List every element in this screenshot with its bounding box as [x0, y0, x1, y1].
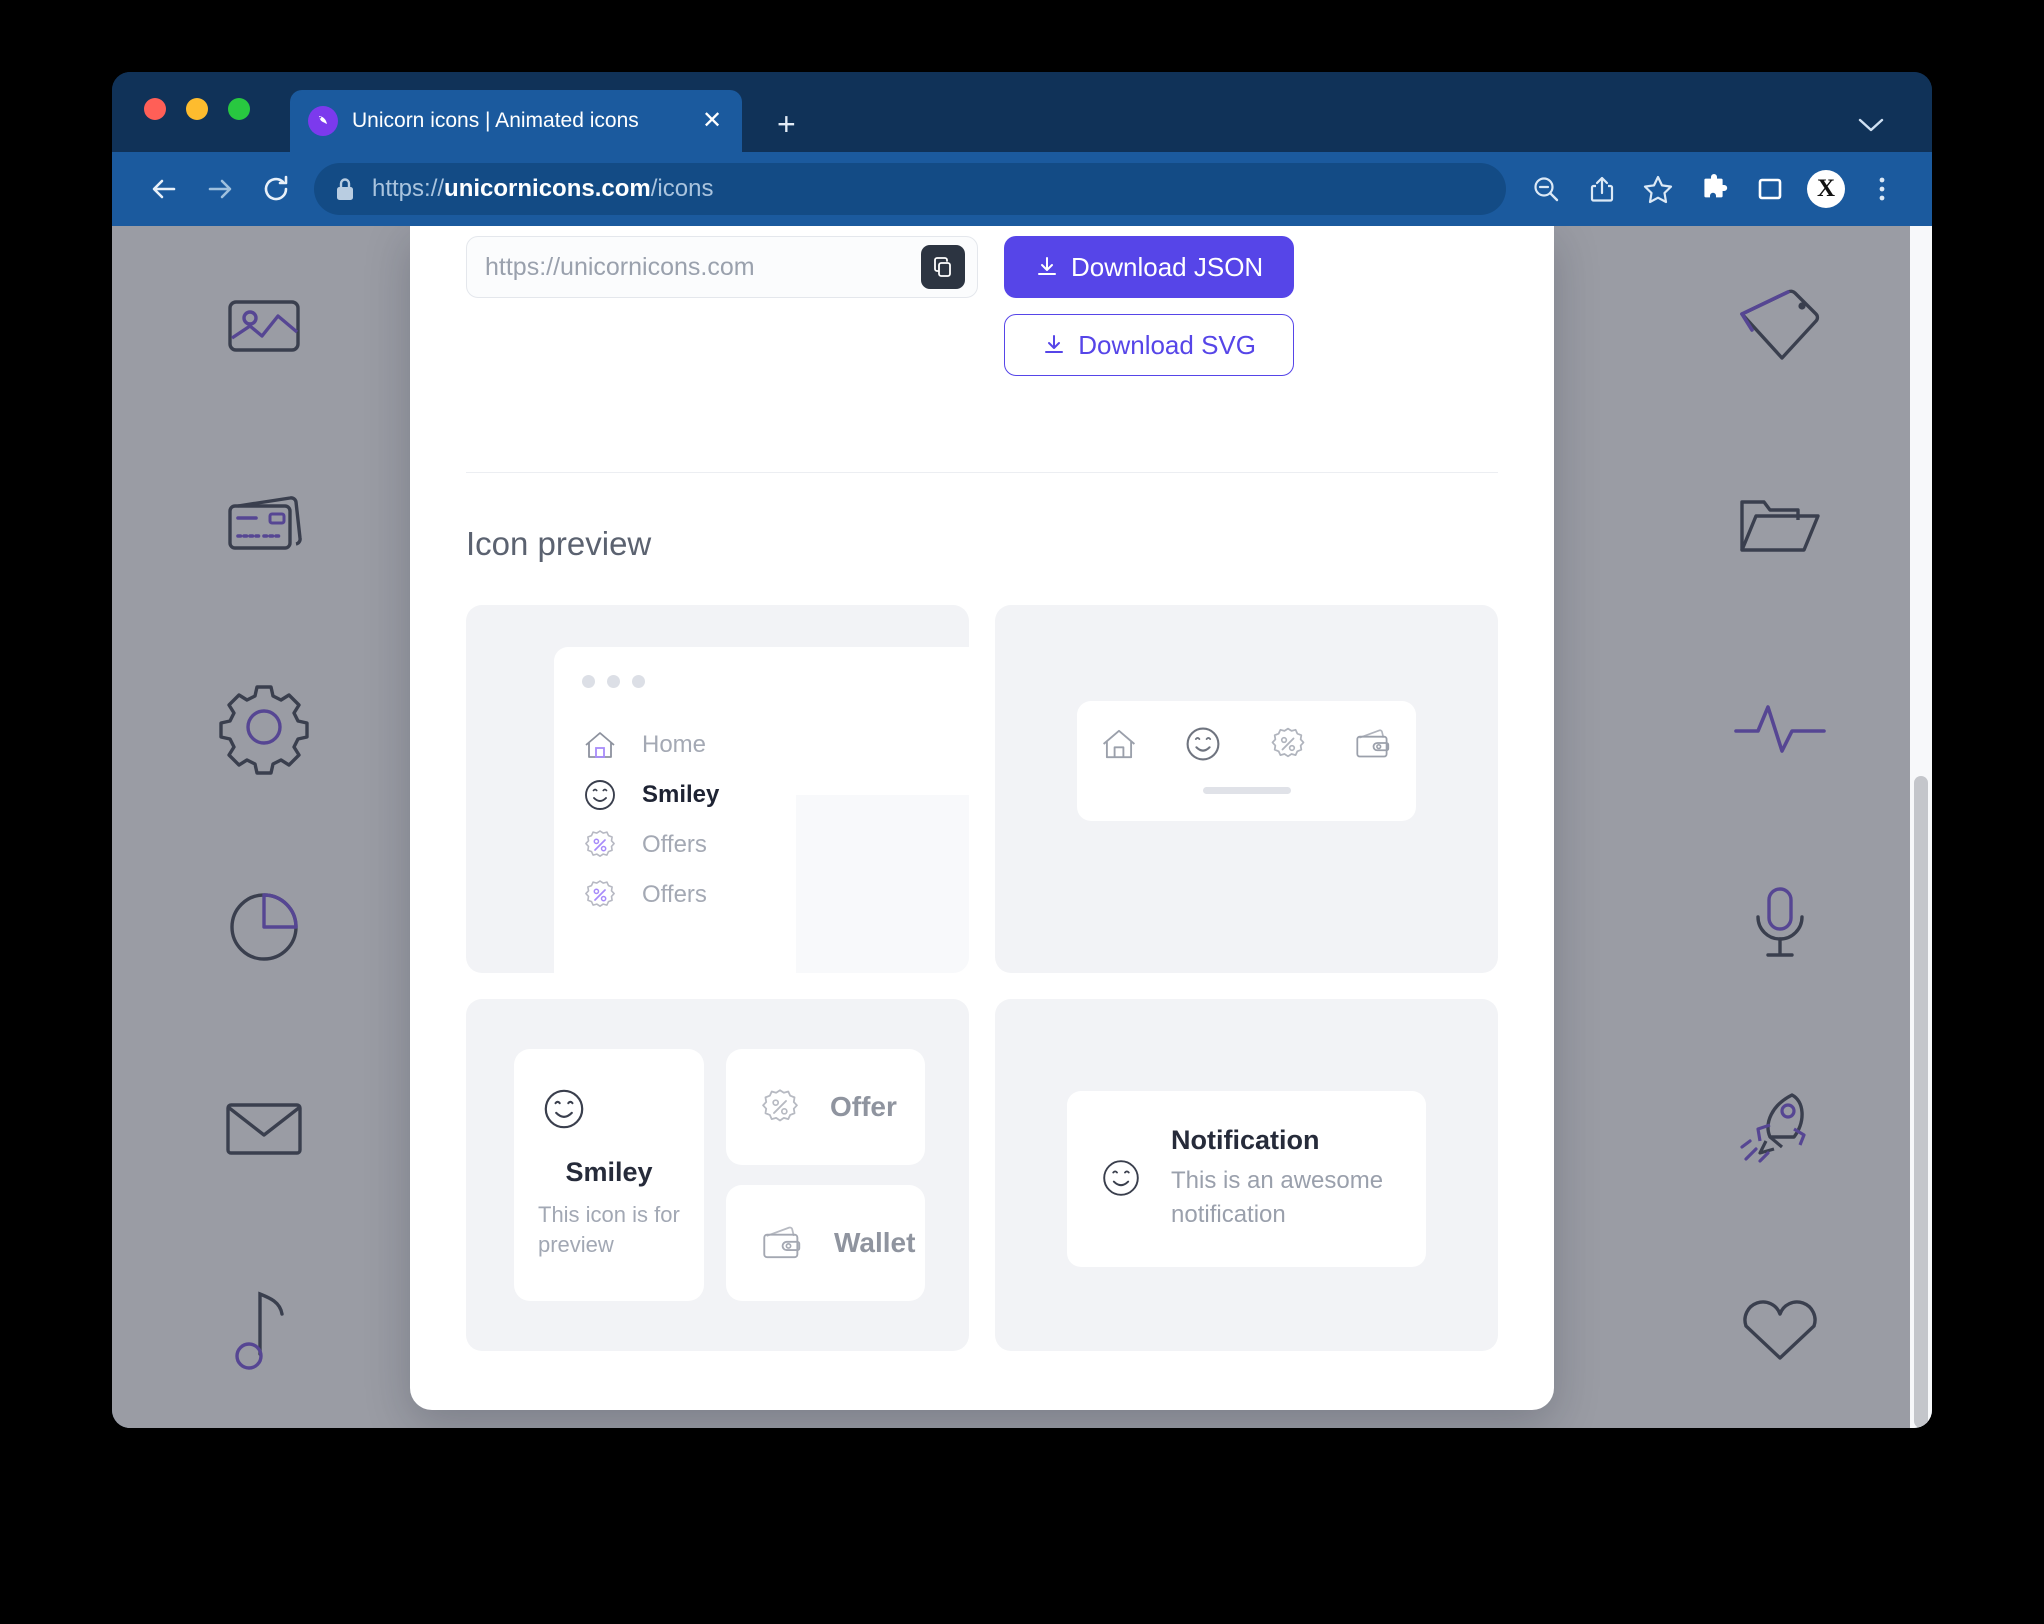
share-and-download-row: https://unicornicons.com Download JSON D…: [466, 226, 1498, 376]
mini-window-dots: [554, 647, 969, 688]
sidebar-item-label: Smiley: [642, 781, 720, 808]
preview-card-phonebar: [995, 605, 1498, 973]
smiley-icon: [1097, 1154, 1145, 1202]
page-viewport: https://unicornicons.com Download JSON D…: [112, 226, 1932, 1428]
notification-text: This is an awesome notification: [1171, 1167, 1384, 1228]
copy-icon[interactable]: [921, 245, 965, 289]
browser-toolbar: https://unicornicons.com/icons X: [112, 152, 1932, 226]
zoom-out-icon[interactable]: [1520, 163, 1572, 215]
new-tab-button[interactable]: +: [777, 108, 796, 140]
back-arrow-icon[interactable]: [136, 161, 192, 217]
reload-icon[interactable]: [248, 161, 304, 217]
home-icon: [580, 725, 620, 765]
icon-preview-grid: Home Smiley Offers Offers Smiley This ic…: [466, 605, 1498, 1385]
page-title: Icon preview: [466, 525, 652, 562]
notification-title: Notification: [1171, 1125, 1320, 1155]
tiles-container: Smiley This icon is for preview Offer Wa…: [514, 1049, 925, 1301]
unicorn-icon: [308, 106, 338, 136]
notification-toast: Notification This is an awesome notifica…: [1067, 1091, 1426, 1268]
close-tab-button[interactable]: ✕: [698, 109, 726, 133]
address-bar[interactable]: https://unicornicons.com/icons: [314, 163, 1506, 215]
wallet-icon[interactable]: [1350, 722, 1396, 766]
maximize-window-button[interactable]: [228, 98, 250, 120]
extensions-puzzle-icon[interactable]: [1688, 163, 1740, 215]
home-icon[interactable]: [1097, 722, 1141, 766]
mini-window-content-panel: [796, 795, 969, 973]
smiley-icon[interactable]: [1181, 722, 1225, 766]
tile-label: Wallet: [834, 1227, 916, 1258]
offer-badge-icon: [756, 1083, 804, 1131]
preview-card-sidebar: Home Smiley Offers Offers: [466, 605, 969, 973]
page-scrollbar-thumb[interactable]: [1914, 776, 1928, 1428]
chevron-down-icon[interactable]: [1856, 116, 1886, 134]
page-scrollbar[interactable]: [1910, 226, 1932, 1428]
share-icon[interactable]: [1576, 163, 1628, 215]
minimize-window-button[interactable]: [186, 98, 208, 120]
lock-icon: [334, 176, 356, 202]
download-buttons: Download JSON Download SVG: [1004, 236, 1295, 376]
download-icon: [1035, 255, 1059, 279]
smiley-icon: [580, 775, 620, 815]
phone-bottom-bar: [1077, 701, 1416, 821]
preview-card-tiles: Smiley This icon is for preview Offer Wa…: [466, 999, 969, 1351]
browser-tab[interactable]: Unicorn icons | Animated icons ✕: [290, 90, 742, 152]
download-json-button[interactable]: Download JSON: [1004, 236, 1295, 298]
tile-smiley[interactable]: Smiley This icon is for preview: [514, 1049, 704, 1301]
download-json-label: Download JSON: [1071, 251, 1264, 282]
share-link-field[interactable]: https://unicornicons.com: [466, 236, 978, 298]
sidebar-item-label: Offers: [642, 831, 707, 858]
tab-strip: Unicorn icons | Animated icons ✕ +: [112, 72, 1932, 152]
sidebar-item-home[interactable]: Home: [580, 720, 969, 770]
bookmark-star-icon[interactable]: [1632, 163, 1684, 215]
share-link-input[interactable]: https://unicornicons.com: [485, 253, 755, 282]
tile-rows: Offer Wallet: [726, 1049, 925, 1301]
kebab-menu-icon[interactable]: [1856, 163, 1908, 215]
tile-title: Smiley: [565, 1157, 653, 1187]
download-svg-button[interactable]: Download SVG: [1004, 314, 1295, 376]
preview-card-notification: Notification This is an awesome notifica…: [995, 999, 1498, 1351]
browser-window: Unicorn icons | Animated icons ✕ + https…: [112, 72, 1932, 1428]
url-scheme: https://: [372, 175, 445, 202]
sidebar-item-label: Home: [642, 731, 707, 758]
url-domain: unicornicons.com: [444, 175, 651, 202]
toolbar-actions: X: [1520, 163, 1908, 215]
phone-bottom-bar-icons: [1077, 701, 1416, 787]
offer-badge-icon: [580, 825, 620, 865]
tile-offer[interactable]: Offer: [726, 1049, 925, 1165]
window-traffic-lights: [144, 98, 250, 120]
tile-subtitle: This icon is for preview: [538, 1202, 680, 1257]
offer-badge-icon: [580, 875, 620, 915]
close-window-button[interactable]: [144, 98, 166, 120]
download-icon: [1042, 333, 1066, 357]
offer-badge-icon[interactable]: [1266, 722, 1310, 766]
icon-detail-modal: https://unicornicons.com Download JSON D…: [410, 226, 1554, 1410]
download-svg-label: Download SVG: [1078, 329, 1256, 360]
notification-body: Notification This is an awesome notifica…: [1171, 1125, 1396, 1231]
smiley-icon: [538, 1083, 680, 1135]
url-text: https://unicornicons.com/icons: [372, 175, 713, 203]
forward-arrow-icon[interactable]: [192, 161, 248, 217]
profile-avatar[interactable]: X: [1807, 170, 1845, 208]
sidebar-item-label: Offers: [642, 881, 707, 908]
home-indicator: [1202, 787, 1291, 794]
tab-title: Unicorn icons | Animated icons: [352, 109, 639, 132]
tile-label: Offer: [830, 1091, 897, 1122]
side-panel-icon[interactable]: [1744, 163, 1796, 215]
mini-window-mock: Home Smiley Offers Offers: [554, 647, 969, 973]
url-path: /icons: [650, 175, 714, 202]
tile-wallet[interactable]: Wallet: [726, 1185, 925, 1301]
wallet-icon: [756, 1219, 808, 1267]
